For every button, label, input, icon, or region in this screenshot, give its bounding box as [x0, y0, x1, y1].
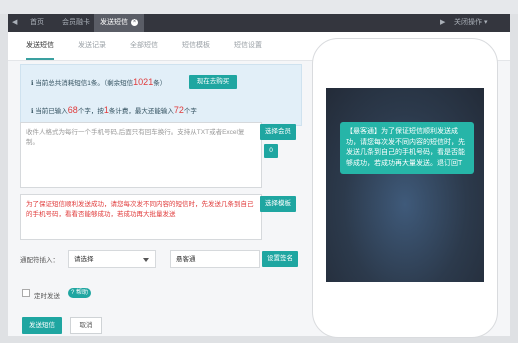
recipients-textarea[interactable]: 收件人格式为每行一个手机号码,后面只有回车换行。支持从TXT或者Excel复制。 — [20, 122, 262, 188]
tab-send-sms[interactable]: 发送短信 × — [94, 14, 144, 32]
close-operations-menu[interactable]: 关闭操作 ▾ — [454, 14, 487, 32]
sms-usage-info-panel: ℹ 当前总共消耗短信1条。（剩余短信1021条） 现在去购买 ℹ 当前已输入68… — [20, 64, 302, 126]
tab-send-sms-label: 发送短信 — [100, 19, 128, 26]
chars-unit-label: 个字 — [183, 108, 197, 115]
phone-preview-screen: 【悬客通】为了保证短信顺利发送成功，请您每次发不同内容的短信时，先发送几条到自己… — [326, 88, 484, 282]
send-sms-button[interactable]: 发送短信 — [22, 317, 62, 334]
wildcard-select-value: 请选择 — [74, 256, 94, 263]
subtab-send-records[interactable]: 发送记录 — [78, 32, 106, 60]
info-icon: ℹ — [31, 108, 34, 115]
usage-suffix: 条） — [153, 80, 167, 87]
select-template-button[interactable]: 选择模板 — [260, 196, 296, 212]
sms-preview-bubble: 【悬客通】为了保证短信顺利发送成功，请您每次发不同内容的短信时，先发送几条到自己… — [340, 122, 474, 174]
buy-now-button[interactable]: 现在去购买 — [189, 75, 237, 89]
tab-next-arrow-icon[interactable]: ▶ — [440, 14, 445, 32]
close-icon[interactable]: × — [131, 18, 138, 26]
tab-prev-arrow-icon[interactable]: ◀ — [12, 14, 17, 32]
subtab-send-sms[interactable]: 发送短信 — [26, 32, 54, 60]
signature-value: 悬客通 — [176, 256, 196, 263]
message-content: 为了保证短信顺利发送成功，请您每次发不同内容的短信时，先发送几条到自己的手机号码… — [26, 201, 254, 218]
set-signature-button[interactable]: 设置签名 — [262, 251, 298, 267]
input-char-count: 68 — [67, 105, 78, 115]
recipient-count-badge: 0 — [264, 144, 278, 158]
select-member-button[interactable]: 选择会员 — [260, 124, 296, 140]
usage-line: ℹ 当前总共消耗短信1条。（剩余短信1021条） — [31, 77, 166, 87]
remaining-sms-count: 1021 — [133, 77, 154, 87]
billing-label: 个字，按 — [77, 108, 104, 115]
signature-input[interactable]: 悬客通 — [170, 250, 260, 268]
cancel-button[interactable]: 取消 — [70, 317, 102, 334]
subtab-sms-settings[interactable]: 短信设置 — [234, 32, 262, 60]
subtab-sms-templates[interactable]: 短信模板 — [182, 32, 210, 60]
recipients-placeholder: 收件人格式为每行一个手机号码,后面只有回车换行。支持从TXT或者Excel复制。 — [26, 129, 245, 146]
device-top-bezel — [0, 0, 518, 14]
chevron-down-icon — [143, 258, 149, 262]
subtab-all-sms[interactable]: 全部短信 — [130, 32, 158, 60]
wildcard-select[interactable]: 请选择 — [68, 250, 156, 268]
info-icon: ℹ — [31, 80, 34, 87]
message-textarea[interactable]: 为了保证短信顺利发送成功，请您每次发不同内容的短信时，先发送几条到自己的手机号码… — [20, 194, 262, 240]
input-count-line: ℹ 当前已输入68个字，按1条计费，最大还能输入72个字 — [31, 105, 197, 115]
phone-wallpaper — [326, 88, 484, 282]
device-frame: ◀ 首页 会员融卡 发送短信 × ▶ 关闭操作 ▾ 发送短信 发送记录 全部短信 … — [0, 0, 518, 343]
max-input-label: 条计费，最大还能输入 — [108, 108, 174, 115]
wildcard-insert-label: 通配符插入： — [20, 257, 59, 264]
tab-home[interactable]: 首页 — [30, 14, 44, 32]
help-badge[interactable]: ? 帮助 — [68, 288, 92, 298]
tab-bar: ◀ 首页 会员融卡 发送短信 × ▶ 关闭操作 ▾ — [8, 14, 510, 32]
usage-prefix: 当前总共消耗短信1条。（剩余短信 — [35, 80, 134, 87]
tab-member-recharge[interactable]: 会员融卡 — [62, 14, 90, 32]
input-count-label: 当前已输入 — [35, 108, 68, 115]
schedule-checkbox[interactable] — [22, 289, 30, 297]
max-chars-left: 72 — [173, 105, 184, 115]
schedule-label: 定时发送 — [34, 293, 60, 300]
